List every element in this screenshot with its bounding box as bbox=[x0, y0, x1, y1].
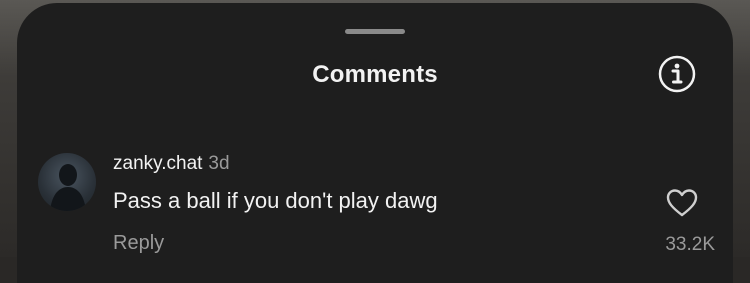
comment-timestamp: 3d bbox=[208, 153, 230, 174]
comment-text: Pass a ball if you don't play dawg bbox=[113, 188, 438, 213]
sheet-title: Comments bbox=[312, 61, 438, 88]
info-button[interactable] bbox=[657, 54, 697, 94]
comment-header: zanky.chat 3d bbox=[113, 153, 230, 175]
avatar-person-icon bbox=[50, 164, 86, 211]
heart-outline-icon bbox=[666, 189, 698, 217]
reply-button[interactable]: Reply bbox=[113, 232, 164, 255]
avatar[interactable] bbox=[38, 153, 96, 211]
like-button[interactable] bbox=[666, 188, 698, 218]
like-count: 33.2K bbox=[665, 234, 715, 255]
comment-username[interactable]: zanky.chat bbox=[113, 153, 202, 174]
sheet-drag-handle[interactable] bbox=[345, 29, 405, 34]
info-circle-icon bbox=[658, 55, 696, 93]
